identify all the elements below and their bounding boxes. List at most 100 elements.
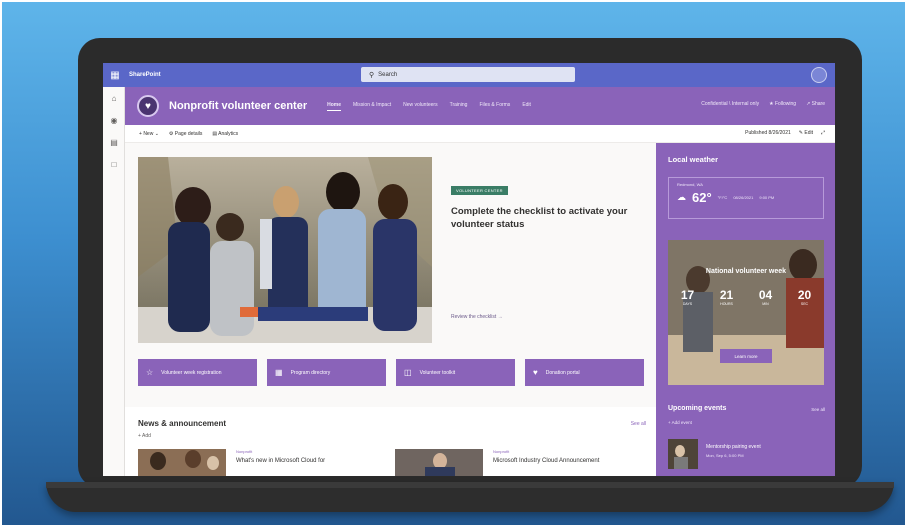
hero-image[interactable]	[138, 157, 432, 343]
nav-new-volunteers[interactable]: New volunteers	[403, 102, 437, 111]
countdown-number: 04	[758, 288, 773, 302]
event-thumbnail	[668, 439, 698, 469]
quick-link-label: Volunteer week registration	[161, 369, 222, 376]
app-name[interactable]: SharePoint	[129, 72, 161, 78]
new-button[interactable]: + New ⌄	[139, 131, 159, 137]
events-see-all-link[interactable]: See all	[811, 407, 825, 412]
nav-home[interactable]: Home	[327, 102, 342, 111]
event-date: Mon, Sep 6, 5:00 PM	[706, 453, 744, 458]
star-icon: ☆	[146, 368, 154, 377]
quick-link-donation-portal[interactable]: ♥ Donation portal	[525, 359, 644, 386]
suite-bar: ▦ SharePoint ⚲ Search	[103, 63, 835, 87]
countdown-label: DAYS	[682, 302, 693, 306]
new-label: New	[143, 130, 154, 137]
laptop-base	[46, 482, 894, 512]
news-thumbnail	[138, 449, 226, 476]
left-rail: ⌂ ◉ ▤ □	[103, 87, 125, 476]
home-icon[interactable]: ⌂	[103, 87, 125, 109]
weather-card[interactable]: Redmond, WA ☁ 62° °F/°C 08/26/2021 9:00 …	[668, 177, 824, 219]
command-bar: + New ⌄ ⚙ Page details ▤ Analytics Publi…	[125, 125, 835, 143]
search-placeholder: Search	[378, 71, 398, 78]
sensitivity-label[interactable]: Confidential \ Internal only	[701, 101, 759, 107]
countdown-label: SEC	[800, 302, 809, 306]
published-status: Published 8/26/2021	[745, 130, 791, 136]
news-thumbnail	[395, 449, 483, 476]
news-see-all-link[interactable]: See all	[631, 421, 646, 427]
edit-label: Edit	[804, 130, 813, 136]
page-details-label: Page details	[174, 130, 203, 137]
nav-edit[interactable]: Edit	[522, 102, 531, 111]
site-logo-heart-icon[interactable]: ♥	[137, 95, 159, 117]
document-icon: ▦	[275, 368, 283, 377]
heart-icon: ♥	[533, 368, 538, 377]
edit-button[interactable]: ✎ Edit	[799, 130, 813, 136]
site-header: ♥ Nonprofit volunteer center Home Missio…	[125, 87, 835, 125]
add-event-button[interactable]: + Add event	[668, 420, 692, 425]
news-section: News & announcement + Add See all Nonpro…	[125, 407, 656, 476]
news-headline[interactable]: What's new in Microsoft Cloud for	[236, 458, 325, 464]
learn-more-button[interactable]: Learn more	[720, 349, 772, 363]
weather-time: 9:00 PM	[759, 195, 775, 200]
cloud-icon: ☁	[677, 192, 686, 202]
countdown-promo[interactable]: National volunteer week 17 DAYS 21 HOURS…	[668, 240, 824, 385]
search-icon: ⚲	[369, 71, 375, 79]
hero-title: Complete the checklist to activate your …	[451, 206, 628, 230]
countdown-seconds: 20 SEC	[798, 288, 811, 306]
nav-mission-impact[interactable]: Mission & Impact	[353, 102, 391, 111]
news-add-button[interactable]: + Add	[138, 433, 151, 439]
countdown-number: 20	[797, 288, 812, 302]
header-actions: Confidential \ Internal only ★ Following…	[701, 101, 825, 107]
laptop-screen: ▦ SharePoint ⚲ Search ⌂ ◉ ▤ □ ♥ Nonprofi…	[103, 63, 835, 476]
beach-cleanup-photo	[668, 240, 824, 385]
avatar[interactable]	[811, 67, 827, 83]
weather-unit-toggle[interactable]: °F/°C	[718, 195, 728, 200]
site-nav: Home Mission & Impact New volunteers Tra…	[327, 102, 531, 111]
share-label: Share	[811, 101, 825, 107]
news-headline[interactable]: Microsoft Industry Cloud Announcement	[493, 458, 599, 464]
app-launcher-icon[interactable]: ▦	[103, 63, 127, 87]
weather-location: Redmond, WA	[677, 182, 703, 187]
site-title[interactable]: Nonprofit volunteer center	[169, 100, 307, 112]
quick-link-label: Volunteer toolkit	[419, 369, 456, 376]
page-icon[interactable]: □	[103, 153, 125, 175]
following-button[interactable]: ★ Following	[769, 101, 796, 107]
news-item[interactable]: Nonprofit Microsoft Industry Cloud Annou…	[395, 449, 599, 476]
page-details-button[interactable]: ⚙ Page details	[169, 131, 202, 137]
weather-date: 08/26/2021	[733, 195, 754, 200]
weather-temperature: 62°	[692, 190, 712, 205]
countdown-number: 21	[719, 288, 734, 302]
countdown-hours: 21 HOURS	[720, 288, 733, 306]
hero-tag: VOLUNTEER CENTER	[451, 186, 508, 195]
countdown-label: HOURS	[720, 302, 733, 306]
globe-icon[interactable]: ◉	[103, 109, 125, 131]
volunteers-photo	[138, 157, 432, 343]
event-item[interactable]: Mentorship pairing event Mon, Sep 6, 5:0…	[668, 439, 761, 469]
weather-title: Local weather	[668, 155, 719, 164]
countdown-timer: 17 DAYS 21 HOURS 04 MIN 20 SEC	[668, 288, 824, 306]
quick-links: ☆ Volunteer week registration ▦ Program …	[138, 359, 644, 386]
news-item[interactable]: Nonprofit What's new in Microsoft Cloud …	[138, 449, 325, 476]
news-title: News & announcement	[138, 419, 227, 428]
news-category: Nonprofit	[493, 449, 510, 454]
expand-icon[interactable]: ⤢	[821, 130, 825, 136]
review-checklist-link[interactable]: Review the checklist →	[451, 314, 503, 320]
nav-training[interactable]: Training	[450, 102, 468, 111]
countdown-minutes: 04 MIN	[759, 288, 772, 306]
event-name: Mentorship pairing event	[706, 444, 761, 450]
analytics-label: Analytics	[218, 130, 239, 137]
weather-row: ☁ 62° °F/°C 08/26/2021 9:00 PM	[677, 190, 815, 205]
quick-link-label: Donation portal	[545, 369, 580, 376]
news-icon[interactable]: ▤	[103, 131, 125, 153]
analytics-button[interactable]: ▤ Analytics	[212, 131, 238, 137]
quick-link-label: Program directory	[290, 369, 331, 376]
countdown-label: MIN	[762, 302, 769, 306]
countdown-title: National volunteer week	[705, 268, 787, 275]
quick-link-program-directory[interactable]: ▦ Program directory	[267, 359, 386, 386]
search-input[interactable]: ⚲ Search	[361, 67, 575, 82]
share-button[interactable]: ↗ Share	[806, 101, 825, 107]
countdown-number: 17	[680, 288, 695, 302]
quick-link-volunteer-week[interactable]: ☆ Volunteer week registration	[138, 359, 257, 386]
nav-files-forms[interactable]: Files & Forms	[479, 102, 510, 111]
quick-link-volunteer-toolkit[interactable]: ◫ Volunteer toolkit	[396, 359, 515, 386]
following-label: Following	[774, 101, 797, 107]
